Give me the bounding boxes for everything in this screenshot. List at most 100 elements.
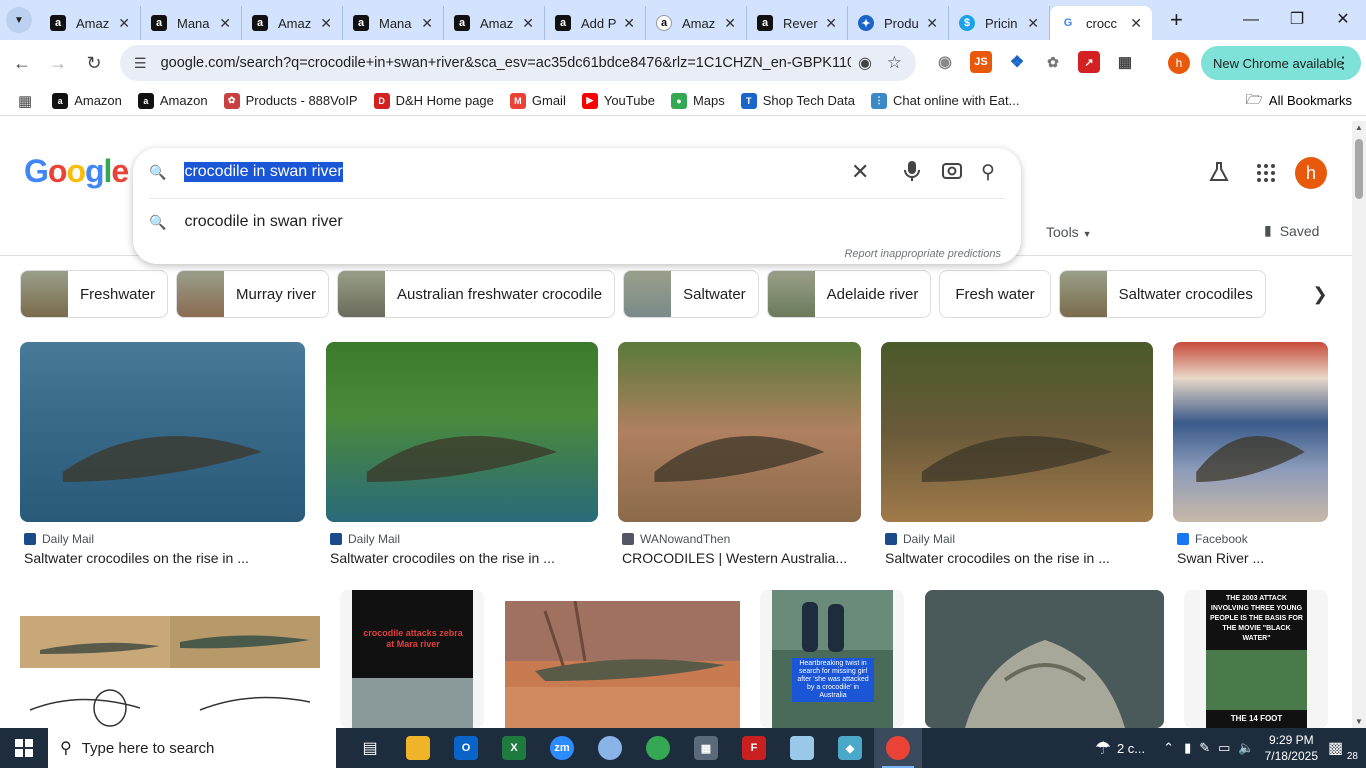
related-search-chip[interactable]: Adelaide river (766, 270, 932, 318)
bookmark-item[interactable]: ⋮ Chat online with Eat... (871, 92, 1019, 109)
battery-icon[interactable]: ▮ (1184, 740, 1191, 756)
product-extension-icon[interactable]: ❖ (1006, 51, 1028, 73)
saved-button[interactable]: ▮ Saved (1264, 222, 1319, 239)
related-search-chip[interactable]: Australian freshwater crocodile (337, 270, 616, 318)
weather-text[interactable]: 2 c... (1117, 741, 1145, 756)
image-result[interactable] (925, 590, 1164, 728)
google-lens-icon[interactable] (941, 160, 963, 187)
tab-close-icon[interactable]: ✕ (522, 15, 534, 32)
image-result[interactable]: Heartbreaking twist in search for missin… (760, 590, 904, 728)
tab-close-icon[interactable]: ✕ (118, 15, 130, 32)
bookmark-item[interactable]: a Amazon (137, 92, 208, 109)
chrome-active-icon[interactable] (874, 728, 922, 768)
result-source[interactable]: Daily Mail (24, 532, 305, 546)
result-source[interactable]: Daily Mail (330, 532, 598, 546)
tab-close-icon[interactable]: ✕ (1027, 15, 1039, 32)
report-predictions-link[interactable]: Report inappropriate predictions (844, 248, 1001, 260)
file-explorer-icon[interactable] (394, 728, 442, 768)
tab[interactable]: a Rever ✕ (747, 6, 848, 40)
search-suggestion[interactable]: 🔍 crocodile in swan river (133, 206, 1021, 238)
result-image[interactable] (925, 590, 1164, 728)
site-info-icon[interactable]: ☰ (134, 55, 147, 72)
start-button[interactable] (0, 728, 48, 768)
new-chrome-available-button[interactable]: New Chrome available ⋮ (1201, 46, 1361, 80)
back-button[interactable]: ← (4, 53, 40, 74)
tab[interactable]: a Mana ✕ (343, 6, 444, 40)
result-image[interactable]: Heartbreaking twist in search for missin… (760, 590, 904, 728)
tab-search-button[interactable]: ▼ (6, 7, 32, 33)
search-submit-icon[interactable]: ⚲ (981, 161, 995, 184)
image-result[interactable] (20, 590, 320, 728)
tab[interactable]: ✦ Produ ✕ (848, 6, 949, 40)
image-result[interactable] (505, 601, 740, 728)
apps-grid-icon[interactable]: ▦ (18, 92, 32, 110)
tab[interactable]: a Amaz ✕ (646, 6, 747, 40)
tools-button[interactable]: Tools ▼ (1046, 224, 1092, 240)
search-box[interactable]: 🔍 crocodile in swan river ✕ ⚲ 🔍 crocodil… (133, 148, 1021, 264)
restore-icon[interactable]: ❐ (1274, 0, 1320, 40)
image-result[interactable]: WANowandThen CROCODILES | Western Austra… (618, 342, 861, 566)
clear-icon[interactable]: ✕ (851, 159, 869, 185)
task-view-icon[interactable]: ▤ (346, 728, 394, 768)
tab-close-icon[interactable]: ✕ (1130, 15, 1142, 32)
tab-close-icon[interactable]: ✕ (623, 15, 635, 32)
search-input[interactable]: crocodile in swan river (184, 162, 343, 182)
google-logo[interactable]: Google (24, 153, 129, 190)
image-result[interactable]: Daily Mail Saltwater crocodiles on the r… (20, 342, 305, 566)
tab-close-icon[interactable]: ✕ (724, 15, 736, 32)
result-image[interactable] (881, 342, 1153, 522)
app-icon[interactable]: ◆ (826, 728, 874, 768)
result-source[interactable]: WANowandThen (622, 532, 861, 546)
result-image[interactable]: crocodile attacks zebra at Mara river (340, 590, 484, 728)
app-icon[interactable] (778, 728, 826, 768)
related-search-chip[interactable]: Murray river (176, 270, 330, 318)
result-title[interactable]: CROCODILES | Western Australia... (622, 550, 861, 566)
tab[interactable]: a Amaz ✕ (444, 6, 545, 40)
tab[interactable]: a Amaz ✕ (40, 6, 141, 40)
result-title[interactable]: Saltwater crocodiles on the rise in ... (24, 550, 305, 566)
excel-icon[interactable]: X (490, 728, 538, 768)
minimize-icon[interactable]: — (1228, 0, 1274, 40)
tab-close-icon[interactable]: ✕ (219, 15, 231, 32)
chips-next-button[interactable]: ❯ (1298, 270, 1342, 318)
pen-icon[interactable]: ✎ (1199, 740, 1210, 756)
bookmark-item[interactable]: ✿ Products - 888VoIP (223, 92, 358, 109)
notifications-button[interactable]: ▩ 28 (1328, 738, 1358, 762)
image-result[interactable]: Daily Mail Saltwater crocodiles on the r… (881, 342, 1153, 566)
search-input-row[interactable]: 🔍 crocodile in swan river ✕ ⚲ (133, 148, 1021, 196)
all-bookmarks-button[interactable]: 🗁 All Bookmarks (1246, 89, 1352, 113)
image-result[interactable]: crocodile attacks zebra at Mara river (340, 590, 484, 728)
url-text[interactable]: google.com/search?q=crocodile+in+swan+ri… (161, 55, 851, 71)
result-image[interactable] (20, 342, 305, 522)
result-image[interactable] (20, 590, 320, 728)
forward-button[interactable]: → (40, 53, 76, 74)
image-result[interactable]: Daily Mail Saltwater crocodiles on the r… (326, 342, 598, 566)
fan-extension-icon[interactable]: ✿ (1042, 51, 1064, 73)
result-image[interactable] (1173, 342, 1328, 522)
tab-close-icon[interactable]: ✕ (825, 15, 837, 32)
related-search-chip[interactable]: Freshwater (20, 270, 169, 318)
address-bar[interactable]: ☰ google.com/search?q=crocodile+in+swan+… (120, 45, 916, 81)
page-scrollbar[interactable]: ▲ ▼ (1352, 121, 1366, 728)
image-result[interactable]: THE 2003 ATTACK INVOLVING THREE YOUNG PE… (1184, 590, 1328, 728)
outlook-icon[interactable]: O (442, 728, 490, 768)
weather-icon[interactable]: ☂ (1095, 738, 1111, 759)
extensions-puzzle-icon[interactable]: ▦ (1114, 51, 1136, 73)
chevron-up-icon[interactable]: ⌃ (1163, 740, 1174, 756)
image-result[interactable]: Facebook Swan River ... (1173, 342, 1328, 566)
reload-button[interactable]: ↻ (76, 53, 112, 74)
bookmark-item[interactable]: ▶ YouTube (581, 92, 655, 109)
js-extension-icon[interactable]: JS (970, 51, 992, 73)
filezilla-icon[interactable]: F (730, 728, 778, 768)
bookmark-item[interactable]: ● Maps (670, 92, 725, 109)
tab-close-icon[interactable]: ✕ (421, 15, 433, 32)
google-apps-icon[interactable] (1256, 163, 1276, 188)
bookmark-star-icon[interactable]: ☆ (887, 53, 902, 73)
tab-close-icon[interactable]: ✕ (926, 15, 938, 32)
taskbar-search-box[interactable]: ⚲ Type here to search (48, 728, 336, 768)
result-title[interactable]: Swan River ... (1177, 550, 1328, 566)
profile-avatar-small[interactable]: h (1168, 52, 1190, 74)
paint-icon[interactable] (586, 728, 634, 768)
network-icon[interactable]: ▭ (1218, 740, 1230, 756)
tab-active[interactable]: G crocc ✕ (1050, 6, 1152, 40)
